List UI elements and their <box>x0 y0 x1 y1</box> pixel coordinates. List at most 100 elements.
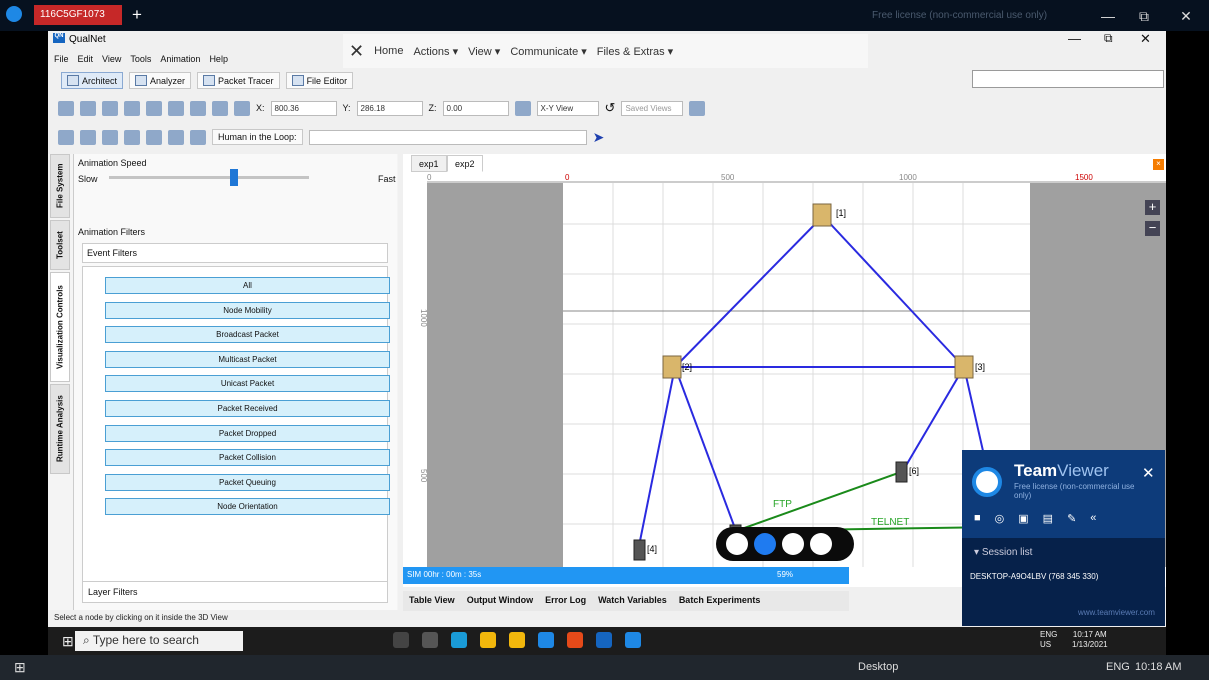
stop-button[interactable] <box>726 533 748 555</box>
teamviewer-link[interactable]: www.teamviewer.com <box>1078 608 1155 617</box>
pan-icon[interactable] <box>168 100 184 116</box>
tab-table-view[interactable]: Table View <box>409 595 455 607</box>
view-tab-exp1[interactable]: exp1 <box>411 155 447 172</box>
rotate-icon[interactable] <box>234 100 250 116</box>
window-maximize-button[interactable]: ⧉ <box>1104 31 1113 46</box>
draw-icon[interactable]: ✎ <box>1067 512 1076 525</box>
step-button[interactable] <box>782 533 804 555</box>
close-view-icon[interactable]: × <box>1153 159 1164 170</box>
play-icon[interactable] <box>58 129 74 145</box>
lang-indicator[interactable]: ENG US <box>1040 630 1057 650</box>
reset-view-icon[interactable]: ↺ <box>605 100 616 116</box>
z-coord-field[interactable]: 0.00 <box>442 100 509 116</box>
open-icon[interactable] <box>80 100 96 116</box>
image-icon[interactable] <box>190 129 206 145</box>
tv-view-button[interactable]: View ▾ <box>468 45 500 58</box>
clock[interactable]: 10:17 AM 1/13/2021 <box>1072 630 1108 650</box>
saved-views-select[interactable]: Saved Views <box>621 100 684 116</box>
tab-packet-tracer[interactable]: Packet Tracer <box>197 72 280 89</box>
lasso-icon[interactable] <box>146 100 162 116</box>
edge-icon[interactable] <box>451 632 467 648</box>
store-icon[interactable] <box>509 632 525 648</box>
zoom-out-button[interactable]: − <box>1145 221 1160 236</box>
tv-home-button[interactable]: Home <box>374 45 403 57</box>
tab-watch-variables[interactable]: Watch Variables <box>598 595 667 607</box>
hitl-input[interactable] <box>308 129 587 145</box>
tab-error-log[interactable]: Error Log <box>545 595 586 607</box>
host-lang[interactable]: ENG <box>1106 661 1130 673</box>
qualnet-app-icon[interactable] <box>625 632 641 648</box>
edit-icon[interactable] <box>146 129 162 145</box>
save-icon[interactable] <box>102 100 118 116</box>
windows-start-icon[interactable]: ⊞ <box>62 633 74 650</box>
search-input[interactable] <box>972 70 1164 88</box>
zoom-in-icon[interactable] <box>190 100 206 116</box>
zoom-in-button[interactable]: + <box>1145 200 1160 215</box>
filter-multicast-packet[interactable]: Multicast Packet <box>105 351 390 368</box>
select-icon[interactable] <box>124 100 140 116</box>
filter-unicast-packet[interactable]: Unicast Packet <box>105 375 390 392</box>
window-minimize-button[interactable]: — <box>1068 31 1081 46</box>
tab-output-window[interactable]: Output Window <box>467 595 533 607</box>
new-icon[interactable] <box>58 100 74 116</box>
side-tab-runtime-analysis[interactable]: Runtime Analysis <box>50 384 70 474</box>
hitl-send-icon[interactable]: ➤ <box>593 129 605 146</box>
menu-tools[interactable]: Tools <box>130 54 151 64</box>
chat-icon[interactable]: ▣ <box>1018 512 1028 525</box>
tv-close-button[interactable]: ✕ <box>349 41 364 62</box>
filter-packet-queuing[interactable]: Packet Queuing <box>105 474 390 491</box>
tab-batch-experiments[interactable]: Batch Experiments <box>679 595 761 607</box>
chart-icon[interactable] <box>168 129 184 145</box>
speed-slider-track[interactable] <box>109 176 309 179</box>
filter-broadcast-packet[interactable]: Broadcast Packet <box>105 326 390 343</box>
zoom-out-icon[interactable] <box>212 100 228 116</box>
menu-view[interactable]: View <box>102 54 121 64</box>
close-button[interactable]: ✕ <box>1172 5 1200 27</box>
x-coord-field[interactable]: 800.36 <box>270 100 337 116</box>
save-view-icon[interactable] <box>689 100 706 116</box>
side-tab-visualization-controls[interactable]: Visualization Controls <box>50 272 70 382</box>
chrome-icon[interactable] <box>567 632 583 648</box>
taskbar-search[interactable]: ⌕ Type here to search <box>75 631 243 651</box>
tv-communicate-button[interactable]: Communicate ▾ <box>510 45 586 58</box>
filter-node-mobility[interactable]: Node Mobility <box>105 302 390 319</box>
view-select[interactable]: X-Y View <box>536 100 599 116</box>
grid-icon[interactable] <box>514 100 531 116</box>
collapse-icon[interactable]: « <box>1090 512 1096 525</box>
tv-files-button[interactable]: Files & Extras ▾ <box>597 45 673 58</box>
device-icon[interactable] <box>102 129 118 145</box>
maximize-button[interactable]: ⧉ <box>1130 5 1158 27</box>
menu-file[interactable]: File <box>54 54 69 64</box>
new-tab-button[interactable]: + <box>126 4 148 26</box>
desktop-toolbar[interactable]: Desktop <box>858 661 898 673</box>
side-tab-toolset[interactable]: Toolset <box>50 220 70 270</box>
fullscreen-button[interactable] <box>810 533 832 555</box>
filter-node-orientation[interactable]: Node Orientation <box>105 498 390 515</box>
tab-analyzer[interactable]: Analyzer <box>129 72 192 89</box>
cortana-icon[interactable] <box>393 632 409 648</box>
session-device[interactable]: DESKTOP-A9O4LBV (768 345 330) <box>970 572 1098 581</box>
person-icon[interactable] <box>124 129 140 145</box>
session-tab[interactable]: 116C5GF1073 <box>34 5 122 25</box>
task-view-icon[interactable] <box>422 632 438 648</box>
mail-icon[interactable] <box>538 632 554 648</box>
session-list-header[interactable]: ▾ Session list <box>974 547 1032 558</box>
teamviewer-close-button[interactable]: ✕ <box>1142 464 1155 482</box>
filter-packet-received[interactable]: Packet Received <box>105 400 390 417</box>
filter-all[interactable]: All <box>105 277 390 294</box>
host-clock[interactable]: 10:18 AM <box>1135 661 1181 673</box>
side-tab-file-system[interactable]: File System <box>50 154 70 218</box>
pause-button[interactable] <box>754 533 776 555</box>
teamviewer-app-icon[interactable] <box>596 632 612 648</box>
menu-animation[interactable]: Animation <box>160 54 200 64</box>
window-close-button[interactable]: ✕ <box>1140 31 1151 47</box>
filter-packet-collision[interactable]: Packet Collision <box>105 449 390 466</box>
host-start-icon[interactable]: ⊞ <box>14 659 26 676</box>
tab-file-editor[interactable]: File Editor <box>285 72 354 89</box>
speed-slider-handle[interactable] <box>230 169 238 186</box>
filter-packet-dropped[interactable]: Packet Dropped <box>105 425 390 442</box>
menu-edit[interactable]: Edit <box>78 54 94 64</box>
minimize-button[interactable]: — <box>1094 5 1122 27</box>
menu-help[interactable]: Help <box>209 54 228 64</box>
y-coord-field[interactable]: 286.18 <box>356 100 423 116</box>
